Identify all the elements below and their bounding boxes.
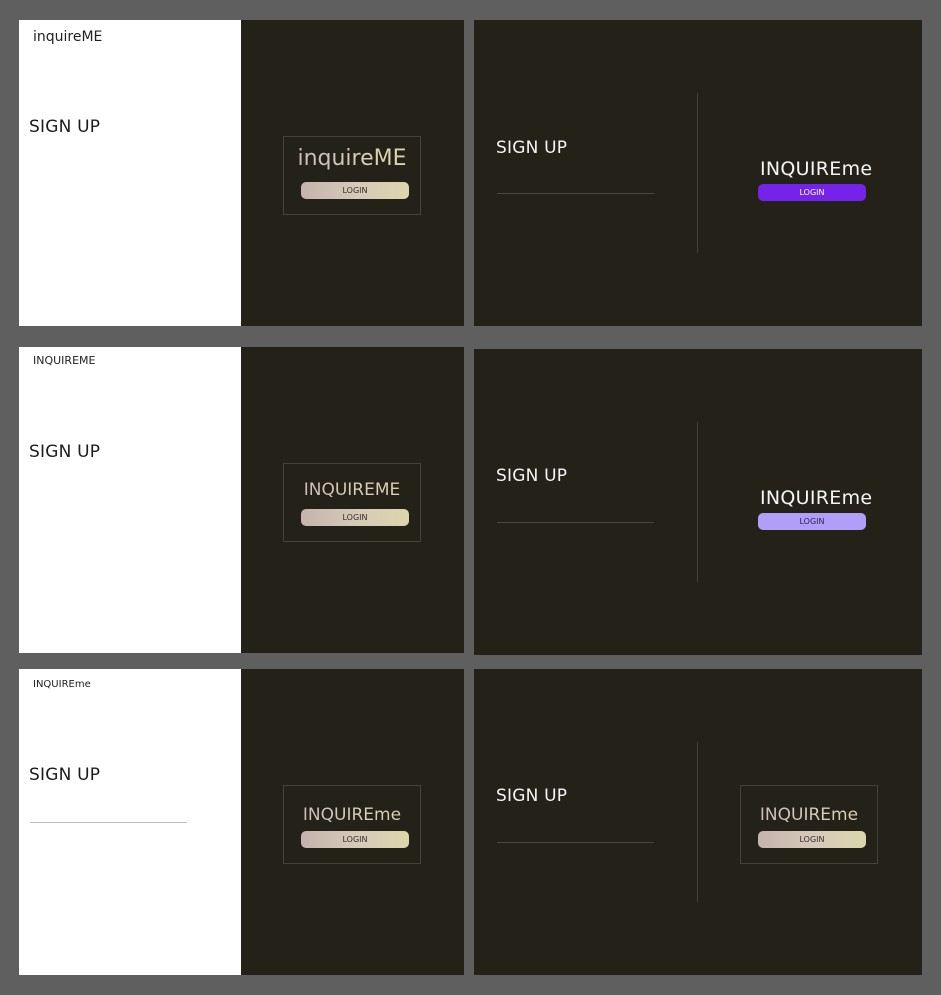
variant-1-dark-frame: SIGN UP INQUIREme LOGIN bbox=[474, 20, 922, 326]
signup-heading: SIGN UP bbox=[29, 117, 101, 137]
signup-heading: SIGN UP bbox=[29, 442, 101, 462]
login-card: INQUIREME LOGIN bbox=[283, 463, 421, 542]
login-button[interactable]: LOGIN bbox=[301, 182, 409, 199]
login-card: INQUIREme LOGIN bbox=[283, 785, 421, 864]
brand-logo: INQUIREme bbox=[760, 487, 873, 509]
signup-heading: SIGN UP bbox=[496, 466, 568, 486]
card-brand-logo: INQUIREME bbox=[284, 480, 420, 500]
white-panel bbox=[19, 347, 241, 653]
vertical-divider bbox=[697, 422, 698, 582]
login-button[interactable]: LOGIN bbox=[301, 831, 409, 848]
variant-3-split-frame: INQUIREme SIGN UP INQUIREme LOGIN bbox=[19, 669, 464, 975]
signup-field-underline bbox=[497, 193, 654, 194]
brand-logo: INQUIREme bbox=[760, 158, 873, 180]
login-card: inquireME LOGIN bbox=[283, 136, 421, 215]
login-button[interactable]: LOGIN bbox=[758, 831, 866, 848]
variant-1-split-frame: inquireME SIGN UP inquireME LOGIN bbox=[19, 20, 464, 326]
white-panel bbox=[19, 20, 241, 326]
signup-heading: SIGN UP bbox=[29, 765, 101, 785]
login-button[interactable]: LOGIN bbox=[301, 509, 409, 526]
card-brand-logo: INQUIREme bbox=[741, 805, 877, 825]
brand-logo: INQUIREme bbox=[33, 679, 91, 690]
signup-heading: SIGN UP bbox=[496, 786, 568, 806]
login-card: INQUIREme LOGIN bbox=[740, 785, 878, 864]
vertical-divider bbox=[697, 93, 698, 253]
signup-heading: SIGN UP bbox=[496, 138, 568, 158]
variant-2-dark-frame: SIGN UP INQUIREme LOGIN bbox=[474, 349, 922, 655]
signup-field-underline bbox=[497, 522, 654, 523]
signup-field-underline bbox=[497, 842, 654, 843]
brand-logo: INQUIREME bbox=[33, 354, 96, 367]
signup-field-underline bbox=[30, 822, 187, 823]
login-button[interactable]: LOGIN bbox=[758, 184, 866, 201]
card-brand-logo: INQUIREme bbox=[284, 805, 420, 825]
brand-logo: inquireME bbox=[33, 29, 103, 45]
variant-2-split-frame: INQUIREME SIGN UP INQUIREME LOGIN bbox=[19, 347, 464, 653]
vertical-divider bbox=[697, 742, 698, 902]
card-brand-logo: inquireME bbox=[284, 146, 420, 171]
variant-3-dark-frame: SIGN UP INQUIREme LOGIN bbox=[474, 669, 922, 975]
login-button[interactable]: LOGIN bbox=[758, 513, 866, 530]
